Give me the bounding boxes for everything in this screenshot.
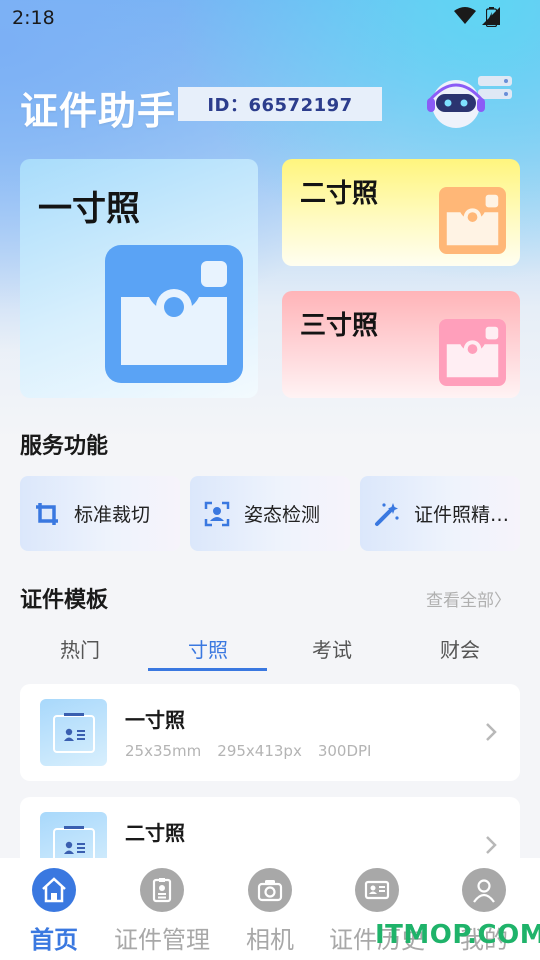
list-item[interactable]: 一寸照 25x35mm 295x413px 300DPI bbox=[20, 684, 520, 781]
profile-icon bbox=[473, 879, 495, 903]
template-specs: 25x35mm 295x413px 300DPI bbox=[125, 742, 371, 760]
template-name: 一寸照 bbox=[125, 708, 185, 732]
nav-label: 相机 bbox=[246, 926, 294, 954]
active-tab-indicator bbox=[148, 668, 267, 671]
robot-mascot-icon[interactable] bbox=[420, 70, 516, 136]
card-title: 一寸照 bbox=[38, 189, 140, 229]
site-watermark: ITMOP.COM bbox=[375, 920, 540, 950]
services-title: 服务功能 bbox=[20, 434, 109, 459]
magic-wand-icon bbox=[375, 502, 399, 526]
camera-icon bbox=[257, 880, 283, 902]
user-id-label: ID：66572197 bbox=[207, 95, 353, 116]
camera-icon bbox=[105, 245, 243, 383]
id-card-thumbnail bbox=[40, 699, 107, 766]
id-badge-icon bbox=[152, 878, 172, 903]
wifi-icon bbox=[454, 7, 476, 24]
tab-exam[interactable]: 考试 bbox=[272, 634, 392, 663]
tab-accounting[interactable]: 财会 bbox=[400, 634, 520, 663]
service-crop-button[interactable]: 标准裁切 bbox=[20, 476, 180, 551]
user-id-badge: ID：66572197 bbox=[178, 87, 382, 121]
app-title: 证件助手 bbox=[20, 89, 177, 133]
chevron-right-icon bbox=[486, 836, 497, 854]
nav-icon-circle bbox=[140, 868, 184, 912]
template-name: 二寸照 bbox=[125, 821, 185, 845]
nav-home[interactable]: 首页 bbox=[0, 868, 114, 955]
battery-icon bbox=[486, 7, 497, 27]
service-pose-detect-button[interactable]: 姿态检测 bbox=[190, 476, 350, 551]
template-dpi: 300DPI bbox=[317, 742, 372, 760]
card-three-inch[interactable]: 三寸照 bbox=[282, 291, 520, 398]
service-label: 标准裁切 bbox=[74, 504, 151, 526]
nav-id-management[interactable]: 证件管理 bbox=[102, 868, 222, 955]
card-title: 三寸照 bbox=[300, 311, 379, 341]
service-label: 姿态检测 bbox=[244, 504, 321, 526]
status-bar: 2:18 bbox=[0, 0, 540, 36]
see-all-link[interactable]: 查看全部〉 bbox=[426, 586, 511, 611]
camera-icon bbox=[439, 319, 506, 386]
nav-camera[interactable]: 相机 bbox=[210, 868, 330, 955]
card-one-inch[interactable]: 一寸照 bbox=[20, 159, 258, 398]
nav-icon-circle bbox=[355, 868, 399, 912]
service-label: 证件照精… bbox=[414, 504, 510, 526]
nav-icon-circle bbox=[462, 868, 506, 912]
service-photo-enhance-button[interactable]: 证件照精… bbox=[360, 476, 520, 551]
templates-title: 证件模板 bbox=[20, 588, 109, 613]
card-two-inch[interactable]: 二寸照 bbox=[282, 159, 520, 266]
portrait-scan-icon bbox=[204, 501, 230, 526]
camera-icon bbox=[439, 187, 506, 254]
template-size-px: 295x413px bbox=[217, 742, 302, 760]
nav-label: 首页 bbox=[30, 926, 78, 954]
home-icon bbox=[42, 877, 66, 903]
nav-icon-circle bbox=[32, 868, 76, 912]
template-size-mm: 25x35mm bbox=[125, 742, 202, 760]
crop-icon bbox=[36, 502, 58, 525]
id-card-icon bbox=[53, 713, 95, 753]
id-card-icon bbox=[364, 880, 390, 900]
status-time: 2:18 bbox=[12, 7, 55, 29]
card-title: 二寸照 bbox=[300, 179, 379, 209]
chevron-right-icon bbox=[486, 723, 497, 741]
tab-inch-photo[interactable]: 寸照 bbox=[148, 634, 268, 663]
nav-icon-circle bbox=[248, 868, 292, 912]
tab-hot[interactable]: 热门 bbox=[20, 634, 140, 663]
nav-label: 证件管理 bbox=[114, 926, 210, 954]
